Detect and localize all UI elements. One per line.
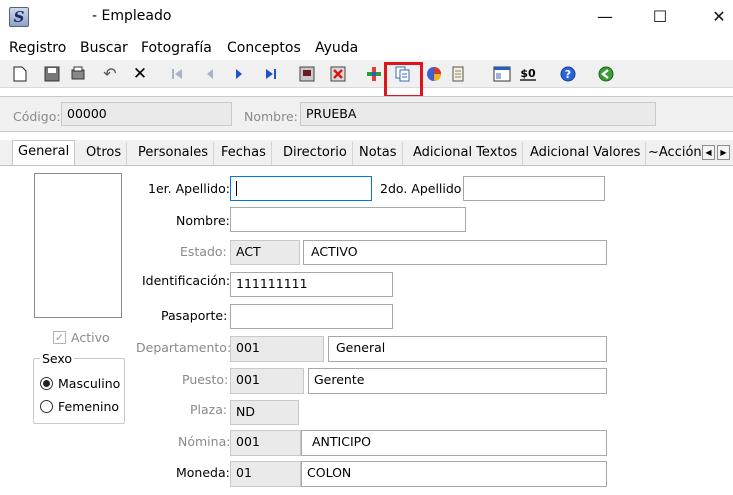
menu-conceptos[interactable]: Conceptos [227, 40, 301, 56]
delete-icon[interactable]: ✕ [130, 64, 150, 84]
femenino-radio[interactable] [40, 400, 53, 413]
calculator-icon[interactable]: $0 [518, 64, 538, 84]
nombre-header-label: Nombre: [244, 109, 298, 124]
moneda-code-field[interactable]: 01 [230, 461, 301, 487]
activo-checkbox[interactable]: ✓ [53, 331, 66, 344]
maximize-button[interactable]: ☐ [637, 4, 683, 30]
departamento-desc-field: General [328, 336, 607, 362]
options-icon[interactable] [364, 64, 384, 84]
tab-general[interactable]: General [12, 140, 76, 166]
menu-fotografia[interactable]: Fotografía [141, 40, 212, 56]
tab-notas[interactable]: Notas [354, 142, 403, 166]
identificacion-label: Identificación: [142, 273, 231, 288]
menu-ayuda[interactable]: Ayuda [315, 40, 358, 56]
nombre-label: Nombre: [176, 213, 230, 228]
pasaporte-label: Pasaporte: [161, 308, 228, 323]
estado-code-field: ACT [230, 240, 300, 265]
tab-otros[interactable]: Otros [81, 142, 128, 166]
identificacion-input[interactable]: 111111111 [230, 272, 393, 297]
menu-buscar[interactable]: Buscar [80, 40, 128, 56]
chart-icon[interactable] [424, 64, 444, 84]
activo-label: Activo [71, 330, 110, 345]
photo-frame[interactable] [34, 173, 122, 318]
app-icon: S [9, 7, 29, 27]
masculino-label: Masculino [58, 376, 121, 391]
svg-text:?: ? [565, 68, 571, 81]
window-title: - Empleado [92, 8, 172, 24]
close-button[interactable]: ✕ [696, 4, 733, 30]
undo-icon[interactable]: ↶ [100, 64, 120, 84]
help-icon[interactable]: ? [558, 64, 578, 84]
codigo-field: 00000 [61, 102, 232, 126]
tab-scroll-left-icon[interactable]: ◀ [702, 145, 715, 160]
last-record-icon[interactable] [261, 64, 281, 84]
codigo-label: Código: [13, 109, 61, 124]
tab-adicional-valores[interactable]: Adicional Valores [525, 142, 647, 166]
document-icon[interactable] [448, 64, 468, 84]
departamento-code-field[interactable]: 001 [230, 336, 324, 362]
save-print-icon[interactable] [68, 64, 88, 84]
estado-desc-field: ACTIVO [303, 240, 607, 265]
first-record-icon[interactable] [167, 64, 187, 84]
window-icon[interactable] [492, 64, 512, 84]
tab-scroll-right-icon[interactable]: ▶ [717, 145, 730, 160]
close-record-icon[interactable] [328, 64, 348, 84]
nomina-label: Nómina: [178, 434, 231, 449]
puesto-desc-field: Gerente [308, 368, 607, 394]
nomina-desc-field: ANTICIPO [301, 430, 607, 456]
next-record-icon[interactable] [229, 64, 249, 84]
print-icon[interactable] [297, 64, 317, 84]
minimize-button[interactable]: — [582, 4, 628, 30]
apellido2-input[interactable] [463, 176, 605, 201]
previous-record-icon[interactable] [200, 64, 220, 84]
plaza-code-field[interactable]: ND [230, 400, 299, 425]
tab-fechas[interactable]: Fechas [216, 142, 272, 166]
apellido2-label: 2do. Apellido: [380, 181, 466, 196]
highlight-box [384, 62, 423, 98]
nomina-code-field[interactable]: 001 [230, 430, 301, 456]
tab-personales[interactable]: Personales [133, 142, 215, 166]
apellido1-label: 1er. Apellido: [148, 181, 230, 196]
exit-icon[interactable] [596, 64, 616, 84]
puesto-code-field[interactable]: 001 [230, 368, 304, 394]
menu-registro[interactable]: Registro [9, 40, 66, 56]
new-icon[interactable] [10, 64, 30, 84]
apellido1-input[interactable] [230, 176, 372, 201]
save-icon[interactable] [42, 64, 62, 84]
femenino-label: Femenino [58, 399, 120, 414]
nombre-input[interactable] [230, 207, 466, 232]
sexo-legend: Sexo [40, 351, 75, 366]
nombre-header-field: PRUEBA [300, 102, 656, 126]
tab-adicional-textos[interactable]: Adicional Textos [408, 142, 524, 166]
moneda-desc-field: COLON [301, 461, 607, 487]
pasaporte-input[interactable] [230, 304, 393, 329]
estado-label: Estado: [180, 244, 227, 259]
masculino-radio[interactable] [40, 377, 53, 390]
sexo-group [33, 358, 125, 424]
tab-directorio[interactable]: Directorio [278, 142, 353, 166]
departamento-label: Departamento: [136, 340, 232, 355]
puesto-label: Puesto: [182, 372, 229, 387]
moneda-label: Moneda: [176, 465, 230, 480]
plaza-label: Plaza: [190, 402, 228, 417]
tab-accion[interactable]: ~Acción [643, 142, 707, 166]
